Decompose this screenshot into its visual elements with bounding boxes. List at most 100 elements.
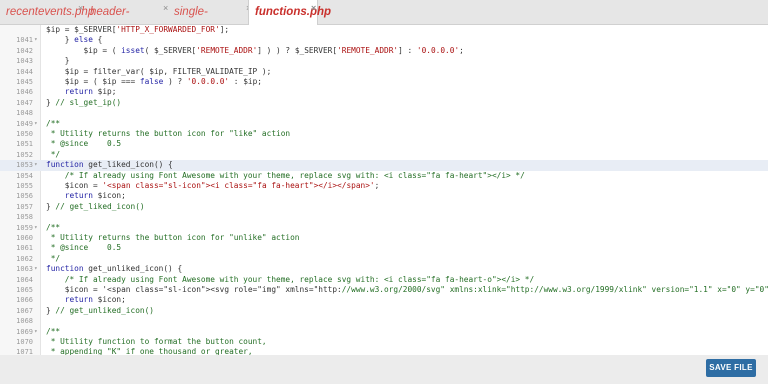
code-line[interactable]: 1057 } // get_liked_icon() [0, 202, 768, 212]
code-line[interactable]: 1045 $ip = ( $ip === false ) ? '0.0.0.0'… [0, 77, 768, 87]
line-number: 1057 [16, 202, 33, 211]
close-icon[interactable]: × [163, 0, 168, 20]
close-icon[interactable]: × [78, 0, 83, 20]
line-number: 1054 [16, 171, 33, 180]
code-line[interactable]: 1058 [0, 212, 768, 222]
code-line[interactable]: 1044 $ip = filter_var( $ip, FILTER_VALID… [0, 67, 768, 77]
code-text: */ [46, 253, 61, 263]
line-number: 1048 [16, 109, 33, 118]
line-number: 1062 [16, 254, 33, 263]
code-line[interactable]: 1049 ▾ /** [0, 119, 768, 129]
close-icon[interactable]: × [311, 0, 316, 20]
line-number: 1065 [16, 286, 33, 294]
code-text: /** [46, 222, 61, 232]
code-text: * Utility returns the button icon for "u… [46, 233, 300, 242]
code-line[interactable]: 1065 $icon = '<span class="sl-icon"><svg… [0, 285, 768, 295]
code-line[interactable]: 1071 * appending "K" if one thousand or … [0, 347, 768, 355]
code-line[interactable]: 1063 ▾ function get_unliked_icon() { [0, 264, 768, 274]
code-text: } // get_unliked_icon() [46, 305, 154, 315]
code-text: return $icon; [64, 191, 126, 201]
fold-arrow-icon[interactable]: ▾ [34, 223, 40, 233]
line-number: 1069 [16, 327, 33, 336]
code-line[interactable]: 1059 ▾ /** [0, 223, 768, 233]
tab-recentevents[interactable]: recentevents.php × [6, 0, 94, 24]
line-number: 1066 [16, 296, 33, 305]
code-text: /* If already using Font Awesome with yo… [46, 274, 535, 284]
code-line[interactable]: $ip = $_SERVER['HTTP_X_FORWARDED_FOR']; [0, 25, 768, 35]
line-number: 1053 [16, 161, 33, 170]
code-text: /** [46, 118, 61, 128]
code-text: * appending "K" if one thousand or great… [46, 347, 253, 355]
fold-arrow-icon[interactable]: ▾ [34, 119, 40, 129]
code-text: } // get_liked_icon() [46, 201, 145, 211]
line-number: 1052 [16, 150, 33, 159]
tab-label: functions.php [255, 6, 332, 18]
code-text: $ip = ( isset( $_SERVER['REMOTE_ADDR'] )… [46, 45, 464, 55]
line-number: 1059 [16, 223, 33, 232]
line-number: 1068 [16, 317, 33, 326]
line-number: 1044 [16, 67, 33, 76]
code-line[interactable]: 1043 } [0, 56, 768, 66]
line-number: 1047 [16, 98, 33, 107]
code-line[interactable]: 1061 * @since 0.5 [0, 243, 768, 253]
code-line[interactable]: 1042 $ip = ( isset( $_SERVER['REMOTE_ADD… [0, 46, 768, 56]
code-text: function get_liked_icon() { [46, 160, 173, 170]
save-file-button[interactable]: SAVE FILE [706, 359, 756, 377]
code-line[interactable]: 1066 return $icon; [0, 295, 768, 305]
code-line[interactable]: 1052 */ [0, 150, 768, 160]
line-number: 1061 [16, 244, 33, 253]
code-line[interactable]: 1067 } // get_unliked_icon() [0, 306, 768, 316]
line-number: 1060 [16, 234, 33, 242]
file-tab-bar: recentevents.php × header-insight.php × … [0, 0, 768, 42]
code-line[interactable]: 1060 * Utility returns the button icon f… [0, 233, 768, 243]
line-number: 1071 [16, 348, 33, 355]
code-line[interactable]: 1069 ▾ /** [0, 327, 768, 337]
code-line[interactable]: 1070 * Utility function to format the bu… [0, 337, 768, 347]
tab-single-insight[interactable]: single-insight.php × [174, 0, 254, 42]
code-text: return $icon; [64, 295, 126, 305]
line-number: 1051 [16, 140, 33, 149]
code-text: */ [46, 149, 61, 159]
code-text: * @since 0.5 [46, 139, 122, 149]
code-text: $ip = $_SERVER['HTTP_X_FORWARDED_FOR']; [46, 25, 230, 34]
code-text: } else { [46, 35, 103, 45]
code-line[interactable]: 1054 /* If already using Font Awesome wi… [0, 171, 768, 181]
line-number: 1056 [16, 192, 33, 201]
code-line[interactable]: 1064 /* If already using Font Awesome wi… [0, 275, 768, 285]
code-line[interactable]: 1041 ▾ } else { [0, 35, 768, 45]
fold-arrow-icon[interactable]: ▾ [34, 35, 40, 45]
tab-functions[interactable]: functions.php × [248, 0, 331, 25]
line-number: 1070 [16, 338, 33, 346]
code-line[interactable]: 1048 [0, 108, 768, 118]
line-number: 1055 [16, 182, 33, 190]
code-text: * Utility returns the button icon for "l… [46, 129, 291, 138]
code-text: } // sl_get_ip() [46, 97, 122, 107]
line-number: 1067 [16, 306, 33, 315]
code-line[interactable]: 1053 ▾ function get_liked_icon() { [0, 160, 768, 171]
fold-arrow-icon[interactable]: ▾ [34, 327, 40, 337]
code-line[interactable]: 1051 * @since 0.5 [0, 139, 768, 149]
code-text: * Utility function to format the button … [46, 337, 267, 346]
code-text: * @since 0.5 [46, 243, 122, 253]
line-number: 1049 [16, 119, 33, 128]
line-number: 1043 [16, 57, 33, 66]
code-text: $ip = ( $ip === false ) ? '0.0.0.0' : $i… [46, 77, 262, 86]
code-line[interactable]: 1047 } // sl_get_ip() [0, 98, 768, 108]
tab-header-insight[interactable]: header-insight.php × [90, 0, 170, 42]
code-line[interactable]: 1062 */ [0, 254, 768, 264]
fold-arrow-icon[interactable]: ▾ [34, 160, 40, 170]
code-line[interactable]: 1050 * Utility returns the button icon f… [0, 129, 768, 139]
code-text: /* If already using Font Awesome with yo… [46, 170, 525, 180]
code-text: $icon = '<span class="sl-icon"><i class=… [46, 181, 380, 190]
code-text: return $ip; [64, 87, 117, 97]
code-text: /** [46, 326, 61, 336]
code-line[interactable]: 1046 return $ip; [0, 87, 768, 97]
code-text: function get_unliked_icon() { [46, 264, 183, 274]
code-line[interactable]: 1056 return $icon; [0, 191, 768, 201]
code-line[interactable]: 1068 [0, 316, 768, 326]
code-editor[interactable]: $ip = $_SERVER['HTTP_X_FORWARDED_FOR']; 1… [0, 25, 768, 355]
fold-arrow-icon[interactable]: ▾ [34, 264, 40, 274]
code-line[interactable]: 1055 $icon = '<span class="sl-icon"><i c… [0, 181, 768, 191]
code-text: $icon = '<span class="sl-icon"><svg role… [46, 285, 768, 294]
editor-footer [0, 355, 768, 384]
